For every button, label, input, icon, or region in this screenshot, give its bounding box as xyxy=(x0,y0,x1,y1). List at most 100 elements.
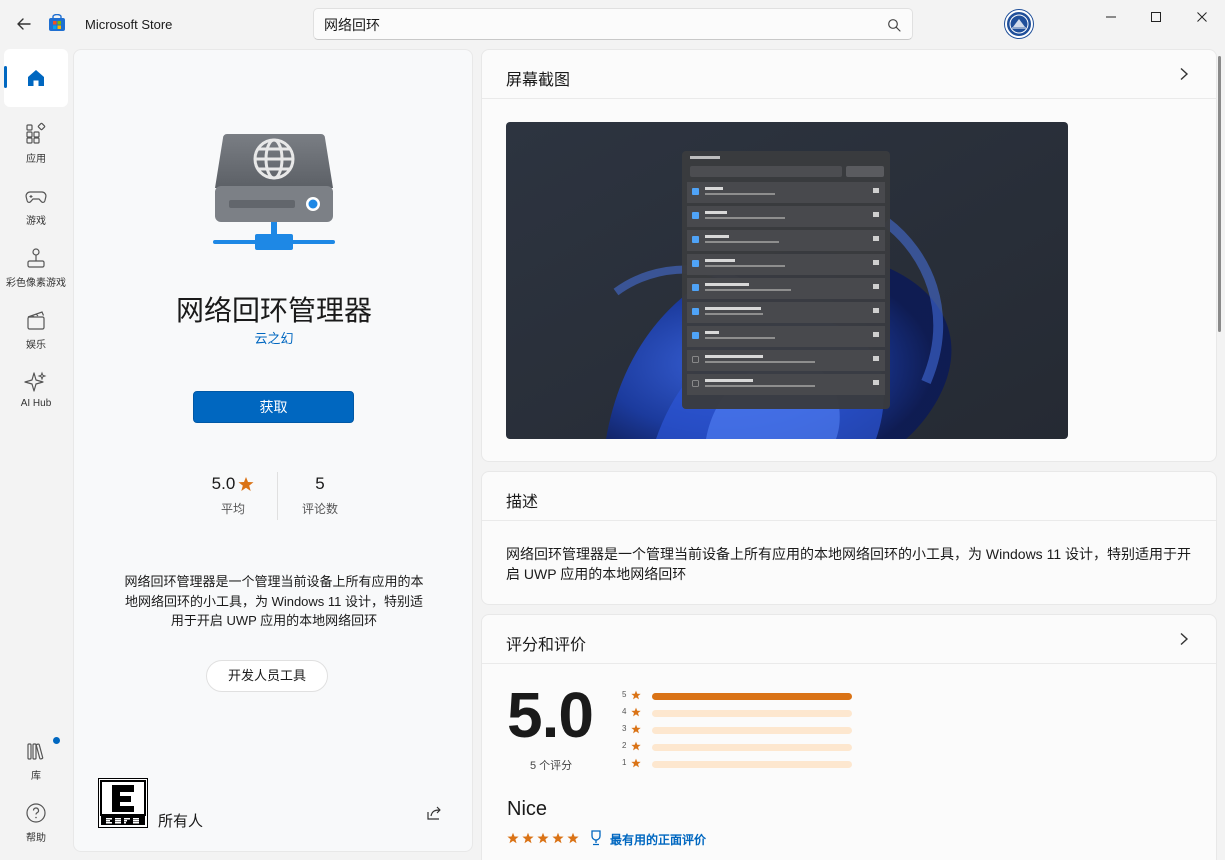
esrb-everyone-rating-icon xyxy=(98,778,148,828)
nav-games[interactable]: 游戏 xyxy=(4,178,68,236)
nav-entertainment[interactable]: 娱乐 xyxy=(4,302,68,360)
age-rating-label: 所有人 xyxy=(158,813,204,830)
rating-bar-track xyxy=(652,761,852,768)
rating-bar-stars-label: 1 xyxy=(622,758,627,767)
library-update-badge xyxy=(53,737,60,744)
nav-pixel-games-label: 彩色像素游戏 xyxy=(6,278,66,289)
page-scrollbar[interactable] xyxy=(1218,56,1221,332)
nav-entertainment-label: 娱乐 xyxy=(26,340,46,351)
star-icon xyxy=(552,832,564,844)
store-logo-icon xyxy=(49,14,65,31)
nav-ai-hub[interactable]: AI Hub xyxy=(4,364,68,422)
description-header: 描述 xyxy=(482,472,1216,521)
screenshots-header[interactable]: 屏幕截图 xyxy=(482,50,1216,99)
nav-home[interactable] xyxy=(4,49,68,107)
sparkle-icon xyxy=(24,371,47,392)
star-icon xyxy=(631,741,641,751)
average-rating-value-row: 5.0 xyxy=(193,474,273,494)
chevron-right-icon[interactable] xyxy=(1178,632,1190,646)
rating-bar-fill xyxy=(652,693,852,700)
stat-divider xyxy=(277,472,278,520)
minimize-icon[interactable] xyxy=(1100,8,1122,26)
search-icon[interactable] xyxy=(887,18,901,32)
trophy-icon xyxy=(591,830,601,846)
nav-help-label: 帮助 xyxy=(26,833,46,844)
most-helpful-positive-badge[interactable]: 最有用的正面评价 xyxy=(610,831,706,848)
rating-bar-stars-label: 4 xyxy=(622,707,627,716)
close-icon[interactable] xyxy=(1191,8,1213,26)
star-icon xyxy=(238,477,254,491)
star-icon xyxy=(522,832,534,844)
description-text: 网络回环管理器是一个管理当前设备上所有应用的本地网络回环的小工具，为 Windo… xyxy=(506,546,1191,582)
rating-bar-row: 5 xyxy=(622,690,862,701)
star-icon xyxy=(507,832,519,844)
review-title: Nice xyxy=(507,798,548,820)
ratings-section: 评分和评价 5.0 5 个评分 5 4 3 2 1 Nice 最有用的正面评价 xyxy=(481,614,1217,860)
star-icon xyxy=(631,724,641,734)
nav-pixel-games[interactable]: 彩色像素游戏 xyxy=(4,240,68,298)
screenshots-section: 屏幕截图 xyxy=(481,49,1217,462)
average-rating-label: 平均 xyxy=(220,502,245,516)
get-button[interactable]: 获取 xyxy=(193,391,354,423)
big-rating-score: 5.0 xyxy=(507,679,594,751)
rating-bar-track xyxy=(652,710,852,717)
review-count-stat: 5 评论数 xyxy=(280,474,360,517)
review-count-label: 评论数 xyxy=(301,502,338,516)
search-box[interactable] xyxy=(313,8,913,40)
help-icon xyxy=(26,803,46,823)
rating-bar-stars-label: 2 xyxy=(622,741,627,750)
nav-help[interactable]: 帮助 xyxy=(4,795,68,853)
rating-bar-row: 1 xyxy=(622,758,862,769)
search-input[interactable] xyxy=(324,16,874,34)
rating-bar-row: 4 xyxy=(622,707,862,718)
star-icon xyxy=(567,832,579,844)
rating-bar-track xyxy=(652,693,852,700)
nav-ai-hub-label: AI Hub xyxy=(20,398,52,409)
network-drive-icon xyxy=(213,134,335,250)
maximize-icon[interactable] xyxy=(1145,8,1167,26)
product-short-description: 网络回环管理器是一个管理当前设备上所有应用的本地网络回环的小工具，为 Windo… xyxy=(124,574,424,628)
share-icon[interactable] xyxy=(425,804,443,822)
star-icon xyxy=(631,707,641,717)
average-rating-stat: 5.0 平均 xyxy=(193,474,273,517)
title-bar: Microsoft Store xyxy=(0,0,1225,48)
product-summary-card: 网络回环管理器 云之幻 获取 5.0 平均 5 评论数 网络回环管理器是一个管理… xyxy=(73,49,473,852)
back-arrow-icon[interactable] xyxy=(14,14,34,34)
screenshot-thumbnail[interactable] xyxy=(506,122,1068,439)
gamepad-icon xyxy=(25,191,47,203)
ratings-header[interactable]: 评分和评价 xyxy=(482,615,1216,664)
rating-bar-stars-label: 3 xyxy=(622,724,627,733)
app-name: Microsoft Store xyxy=(85,17,173,32)
rating-bar-track xyxy=(652,727,852,734)
review-count-value: 5 xyxy=(315,474,325,493)
star-icon xyxy=(631,690,641,700)
home-icon xyxy=(28,70,44,86)
product-title: 网络回环管理器 xyxy=(175,295,372,326)
avatar-emblem-icon xyxy=(1009,14,1029,34)
chevron-right-icon[interactable] xyxy=(1178,67,1190,81)
rating-bar-stars-label: 5 xyxy=(622,690,627,699)
nav-games-label: 游戏 xyxy=(26,216,46,227)
library-icon xyxy=(27,743,44,760)
average-rating-value: 5.0 xyxy=(211,474,236,493)
review-stars xyxy=(507,832,579,844)
account-avatar[interactable] xyxy=(1005,10,1033,38)
rating-bar-row: 2 xyxy=(622,741,862,752)
nav-apps-label: 应用 xyxy=(26,154,46,165)
rating-bar-row: 3 xyxy=(622,724,862,735)
nav-apps[interactable]: 应用 xyxy=(4,116,68,174)
star-icon xyxy=(631,758,641,768)
rating-bar-track xyxy=(652,744,852,751)
nav-active-indicator xyxy=(4,66,7,88)
ratings-title: 评分和评价 xyxy=(506,637,587,654)
joystick-icon xyxy=(27,248,45,268)
screenshots-title: 屏幕截图 xyxy=(506,72,571,89)
star-icon xyxy=(537,832,549,844)
rating-count-label: 5 个评分 xyxy=(530,760,573,772)
screenshot-image xyxy=(506,122,1068,439)
description-title: 描述 xyxy=(506,494,539,511)
publisher-link[interactable]: 云之幻 xyxy=(74,328,474,347)
nav-library-label: 库 xyxy=(31,771,41,782)
developer-tools-tag[interactable]: 开发人员工具 xyxy=(206,660,328,692)
clapperboard-icon xyxy=(27,311,45,330)
